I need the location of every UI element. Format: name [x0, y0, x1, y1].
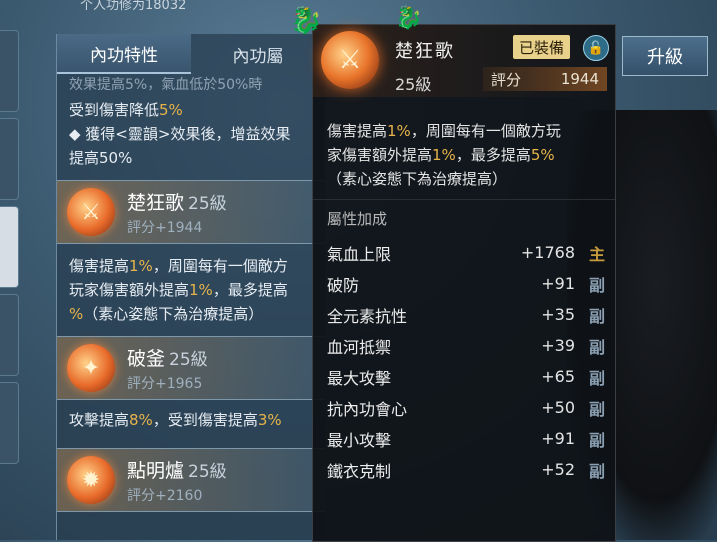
cultivation-text: 个人功修为18032: [80, 0, 187, 13]
tooltip-description: 傷害提高1%，周圍每有一個敵方玩 家傷害額外提高1%，最多提高5% （素心姿態下…: [313, 97, 615, 200]
tooltip-level: 25級: [395, 75, 432, 94]
attribute-row: 血河抵禦 +39 副: [313, 330, 615, 361]
attribute-tag: 副: [589, 337, 606, 357]
desc-highlight: 5%: [159, 101, 183, 119]
sword-flame-icon: ⚔: [67, 188, 115, 236]
side-tab-strip: [0, 30, 19, 540]
attribute-name: 抗內功會心: [327, 399, 408, 419]
skill-desc: 攻擊提高8%，受到傷害提高3%: [57, 400, 325, 436]
desc-text: 攻擊提高: [69, 411, 130, 429]
attribute-row: 最大攻擊 +65 副: [313, 361, 615, 392]
side-tab[interactable]: [0, 118, 19, 200]
desc-text: ，最多提高: [455, 146, 531, 164]
desc-text: ，受到傷害提高: [152, 411, 258, 429]
side-tab[interactable]: [0, 30, 19, 112]
attribute-tag: 副: [589, 368, 606, 388]
desc-highlight: %: [69, 305, 84, 323]
skill-score: 評分+2160: [127, 487, 203, 504]
lock-icon[interactable]: 🔓: [583, 35, 609, 61]
desc-highlight: 1%: [189, 281, 213, 299]
tab-bar: 內功特性 內功屬: [57, 34, 325, 74]
desc-highlight: 3%: [257, 411, 282, 429]
desc-highlight: 1%: [432, 146, 456, 164]
attribute-name: 氣血上限: [327, 244, 392, 264]
attribute-tag: 副: [589, 399, 606, 419]
attribute-value: +35: [541, 305, 575, 324]
attribute-value: +50: [541, 398, 575, 417]
score-label: 評分: [491, 70, 522, 89]
skill-desc: 傷害提高1%，周圍每有一個敵方 玩家傷害額外提高1%，最多提高 %（素心姿態下為…: [57, 244, 325, 330]
desc-text: 玩家傷害額外提高: [69, 281, 190, 299]
skill-name: 點明爐: [127, 459, 185, 482]
skill-level: 25級: [188, 461, 227, 482]
desc-text: ，最多提高: [212, 281, 288, 299]
attribute-row: 氣血上限 +1768 主: [313, 237, 615, 268]
desc-highlight: 8%: [129, 411, 153, 429]
skill-card-pofu[interactable]: ✦ 破釜 25級 評分+1965: [57, 336, 325, 400]
dragon-ornament-icon: 🐉: [290, 6, 323, 36]
attribute-value: +52: [541, 460, 575, 479]
equipped-badge: 已裝備: [513, 35, 571, 59]
prev-skill-desc: 受到傷害降低5% ◆ 獲得<靈韻>效果後，增益效果 提高50%: [57, 94, 325, 174]
attribute-name: 最大攻擊: [327, 368, 392, 388]
desc-highlight: 1%: [129, 257, 153, 275]
attribute-tag: 副: [589, 430, 606, 450]
skill-level: 25級: [169, 349, 208, 370]
side-tab-active[interactable]: [0, 206, 19, 288]
attribute-value: +91: [541, 429, 575, 448]
attribute-name: 全元素抗性: [327, 306, 408, 326]
attribute-value: +65: [541, 367, 575, 386]
skill-tooltip: ⚔ 楚狂歌 已裝備 🔓 25級 評分 1944 傷害提高1%，周圍每有一個敵方玩…: [312, 24, 616, 542]
desc-text: 傷害提高: [327, 122, 388, 140]
attribute-tag: 副: [589, 461, 606, 481]
attribute-tag: 副: [589, 275, 606, 295]
attribute-section-title: 屬性加成: [327, 210, 388, 228]
attribute-value: +39: [541, 336, 575, 355]
desc-text: ，周圍每有一個敵方: [152, 257, 288, 275]
desc-text: 受到傷害降低: [69, 101, 160, 119]
attribute-name: 血河抵禦: [327, 337, 392, 357]
score-value: 1944: [560, 70, 599, 88]
attribute-row: 破防 +91 副: [313, 268, 615, 299]
attribute-tag: 副: [589, 306, 606, 326]
attribute-name: 最小攻擊: [327, 430, 392, 450]
desc-highlight: 5%: [530, 146, 555, 164]
skill-name: 楚狂歌: [127, 191, 185, 214]
side-tab[interactable]: [0, 294, 19, 376]
desc-text: 傷害提高: [69, 257, 130, 275]
desc-text: （素心姿態下為治療提高）: [83, 305, 264, 323]
attribute-name: 破防: [327, 275, 360, 295]
desc-text: 家傷害額外提高: [327, 146, 433, 164]
desc-text: 提高50%: [69, 149, 133, 167]
attribute-name: 鐵衣克制: [327, 461, 392, 481]
skill-list-panel: 內功特性 內功屬 效果提高5%，氣血低於50%時 受到傷害降低5% ◆ 獲得<靈…: [56, 34, 325, 540]
dragon-ornament-icon: 🐉: [395, 6, 423, 31]
fire-orb-icon: ✹: [67, 456, 115, 504]
upgrade-button[interactable]: 升級: [622, 36, 708, 76]
attribute-value: +1768: [520, 243, 575, 262]
desc-text: （素心姿態下為治療提高）: [327, 170, 508, 188]
desc-text: ◆ 獲得<靈韻>效果後，增益效果: [69, 125, 291, 143]
side-tab[interactable]: [0, 382, 19, 464]
skill-card-chukuangge[interactable]: ⚔ 楚狂歌 25級 評分+1944: [57, 180, 325, 244]
skill-level: 25級: [188, 193, 227, 214]
tooltip-score: 評分 1944: [483, 67, 607, 91]
axe-icon: ✦: [67, 344, 115, 392]
skill-score: 評分+1944: [127, 219, 203, 236]
tooltip-header: ⚔ 楚狂歌 已裝備 🔓 25級 評分 1944: [313, 25, 615, 97]
tab-inner-traits[interactable]: 內功特性: [57, 34, 191, 74]
attribute-value: +91: [541, 274, 575, 293]
attribute-row: 抗內功會心 +50 副: [313, 392, 615, 423]
attribute-row: 鐵衣克制 +52 副: [313, 454, 615, 485]
desc-highlight: 1%: [387, 122, 411, 140]
attribute-tag: 主: [589, 244, 606, 264]
attribute-row: 全元素抗性 +35 副: [313, 299, 615, 330]
attribute-row: 最小攻擊 +91 副: [313, 423, 615, 454]
skill-card-dianminglu[interactable]: ✹ 點明爐 25級 評分+2160: [57, 448, 325, 512]
attribute-list: 氣血上限 +1768 主破防 +91 副全元素抗性 +35 副血河抵禦 +39 副最大攻擊 +65…: [313, 237, 615, 485]
skill-score: 評分+1965: [127, 375, 203, 392]
skill-name: 破釜: [127, 347, 166, 370]
desc-cut-line: 效果提高5%，氣血低於50%時: [69, 77, 263, 93]
desc-text: ，周圍每有一個敵方玩: [410, 122, 561, 140]
